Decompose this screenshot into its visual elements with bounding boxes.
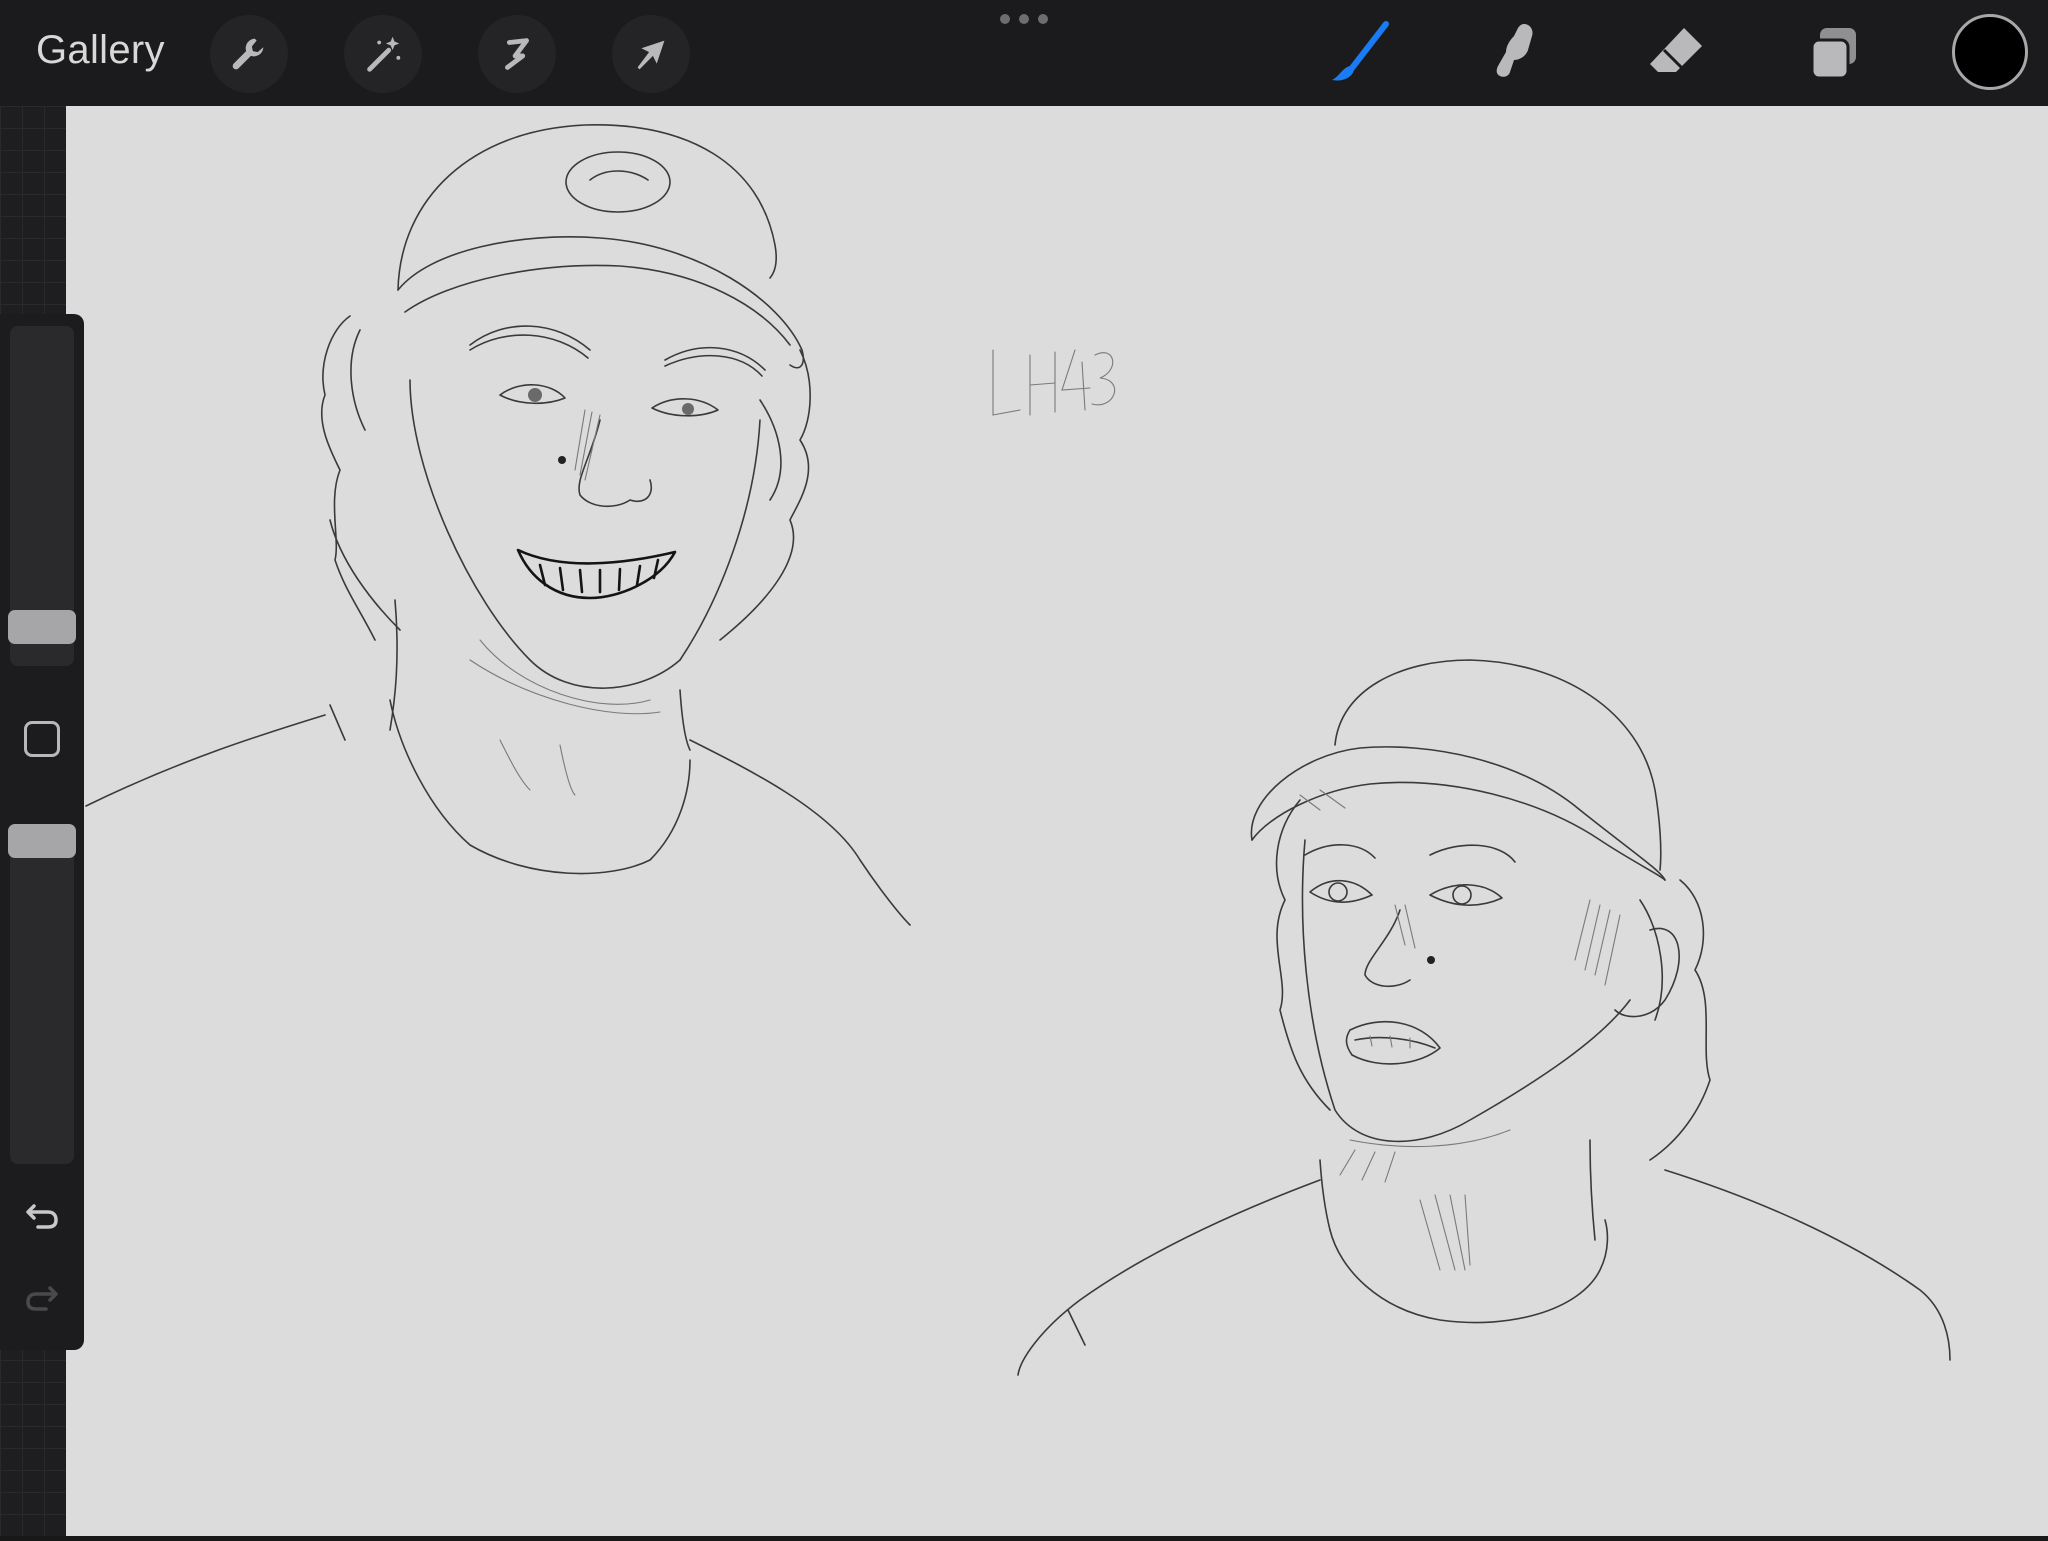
- adjustments-button[interactable]: [344, 15, 422, 93]
- drag-grabber[interactable]: [1000, 14, 1048, 26]
- layers-icon: [1810, 28, 1856, 80]
- redo-button[interactable]: [18, 1274, 66, 1322]
- eraser-icon: [1650, 28, 1702, 72]
- selection-s-icon: [505, 38, 529, 70]
- undo-button[interactable]: [18, 1190, 66, 1238]
- smudge-finger-icon: [1496, 24, 1533, 77]
- layers-button[interactable]: [1794, 14, 1874, 94]
- sketch-portrait-right: [1017, 659, 1951, 1376]
- brush-sidebar: [0, 314, 84, 1350]
- eraser-tool-button[interactable]: [1636, 14, 1716, 94]
- undo-icon: [26, 1204, 58, 1229]
- actions-button[interactable]: [210, 15, 288, 93]
- brush-size-thumb[interactable]: [8, 610, 76, 644]
- transform-button[interactable]: [612, 15, 690, 93]
- modify-button[interactable]: [24, 721, 60, 757]
- color-picker-swatch[interactable]: [1952, 14, 2028, 90]
- selection-button[interactable]: [478, 15, 556, 93]
- brush-tool-button[interactable]: [1320, 14, 1400, 94]
- sketch-artwork: [85, 124, 1951, 1376]
- top-toolbar: Gallery: [0, 0, 2048, 106]
- arrow-cursor-icon: [637, 40, 665, 70]
- opacity-thumb[interactable]: [8, 824, 76, 858]
- opacity-slider[interactable]: [10, 824, 74, 1164]
- signature-mark: [992, 349, 1116, 416]
- smudge-tool-button[interactable]: [1476, 14, 1556, 94]
- magic-wand-icon: [367, 36, 401, 72]
- redo-icon: [26, 1286, 58, 1311]
- brush-icon: [1332, 21, 1389, 81]
- gallery-button[interactable]: Gallery: [36, 28, 165, 73]
- sketch-portrait-left: [85, 124, 911, 926]
- drawing-canvas[interactable]: [66, 106, 2048, 1536]
- wrench-icon: [232, 38, 264, 70]
